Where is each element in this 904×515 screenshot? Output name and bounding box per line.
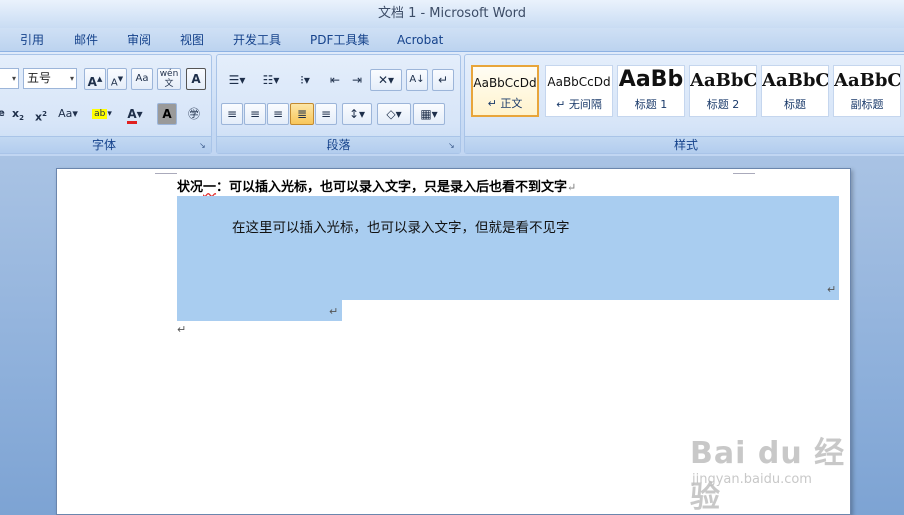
shaded-text[interactable]: 在这里可以插入光标，也可以录入文字，但就是看不见字 xyxy=(232,216,570,236)
style-name: 标题 xyxy=(784,98,806,111)
ribbon-tabs: 引用 邮件 审阅 视图 开发工具 PDF工具集 Acrobat xyxy=(0,28,904,52)
shaded-textbox[interactable] xyxy=(177,196,839,300)
clear-format-icon[interactable]: Aa xyxy=(131,68,153,90)
watermark-url: jingyan.baidu.com xyxy=(692,472,812,487)
heading-text: ：可以插入光标，也可以录入文字，只是录入后也看不到文字 xyxy=(216,180,568,195)
style-preview: AaBbC xyxy=(762,70,828,91)
bullets-icon[interactable]: ☰▾ xyxy=(221,69,253,91)
style-name: 标题 2 xyxy=(706,98,740,111)
style-preview: AaBb xyxy=(618,67,684,92)
document-heading[interactable]: 状况一：可以插入光标，也可以录入文字，只是录入后也看不到文字↵ xyxy=(177,176,576,195)
paragraph-mark: ↵ xyxy=(329,305,339,318)
style-name: 标题 1 xyxy=(634,98,668,111)
style-name: 副标题 xyxy=(850,98,884,111)
increase-indent-icon[interactable]: ⇥ xyxy=(347,69,367,91)
chinese-layout-icon[interactable]: ✕▾ xyxy=(370,69,402,91)
phonetic-guide-icon[interactable]: wén 文 xyxy=(157,68,181,90)
font-group-label: 字体 xyxy=(0,136,211,153)
style-subtitle[interactable]: AaBbC 副标题 xyxy=(833,65,901,117)
style-preview: AaBbC xyxy=(690,70,756,91)
dialog-launcher-icon[interactable]: ↘ xyxy=(448,141,457,150)
numbering-icon[interactable]: ☷▾ xyxy=(255,69,287,91)
character-border-icon[interactable]: A xyxy=(186,68,206,90)
style-normal[interactable]: AaBbCcDd ↵ 正文 xyxy=(471,65,539,117)
shaded-textbox-tail xyxy=(177,300,342,321)
paragraph-group: ☰▾ ☷▾ ⁝▾ ⇤ ⇥ ✕▾ A↓ ↵ ≡ ≡ ≡ ≣ ≡ ↕▾ ◇▾ ▦▾ … xyxy=(216,54,461,154)
title-bar: 文档 1 - Microsoft Word xyxy=(0,0,904,28)
tab-mailings[interactable]: 邮件 xyxy=(74,32,98,48)
shading-icon[interactable]: ◇▾ xyxy=(377,103,411,125)
font-color-icon[interactable]: A▾ xyxy=(119,103,151,125)
distributed-icon[interactable]: ≡ xyxy=(315,103,337,125)
subscript-icon[interactable]: x2 xyxy=(8,103,28,125)
tab-references[interactable]: 引用 xyxy=(20,32,44,48)
tab-view[interactable]: 视图 xyxy=(180,32,204,48)
change-case-icon[interactable]: Aa▾ xyxy=(55,103,81,125)
superscript-icon[interactable]: x2 xyxy=(31,103,51,125)
tab-acrobat[interactable]: Acrobat xyxy=(397,32,443,48)
font-group: ▾ 五号 ▾ A▲ A▼ Aa wén 文 A e x2 x2 Aa▾ ab ▾ A… xyxy=(0,54,212,154)
ribbon: ▾ 五号 ▾ A▲ A▼ Aa wén 文 A e x2 x2 Aa▾ ab ▾ A… xyxy=(0,52,904,156)
multilevel-list-icon[interactable]: ⁝▾ xyxy=(289,69,321,91)
tab-review[interactable]: 审阅 xyxy=(127,32,151,48)
strikethrough-icon[interactable]: e xyxy=(0,103,5,125)
style-title[interactable]: AaBbC 标题 xyxy=(761,65,829,117)
character-shading-icon[interactable]: A xyxy=(157,103,177,125)
styles-group-label: 样式 xyxy=(465,136,904,153)
style-name: ↵ 无间隔 xyxy=(556,98,602,111)
dialog-launcher-icon[interactable]: ↘ xyxy=(199,141,208,150)
tab-pdf-tools[interactable]: PDF工具集 xyxy=(310,32,369,48)
tab-developer[interactable]: 开发工具 xyxy=(233,32,281,48)
style-no-spacing[interactable]: AaBbCcDd ↵ 无间隔 xyxy=(545,65,613,117)
line-spacing-icon[interactable]: ↕▾ xyxy=(342,103,372,125)
chevron-down-icon: ▾ xyxy=(69,74,74,83)
window-title: 文档 1 - Microsoft Word xyxy=(377,6,527,21)
style-name: ↵ 正文 xyxy=(487,97,523,110)
paragraph-group-label: 段落 xyxy=(217,136,460,153)
align-center-icon[interactable]: ≡ xyxy=(244,103,266,125)
heading-text: 状况 xyxy=(177,180,204,195)
heading-text: 一 xyxy=(203,180,217,195)
style-preview: AaBbCcDd xyxy=(547,75,611,89)
grow-font-button[interactable]: A▲ xyxy=(84,68,106,90)
borders-icon[interactable]: ▦▾ xyxy=(413,103,445,125)
font-name-select[interactable]: ▾ xyxy=(0,68,19,89)
style-preview: AaBbC xyxy=(834,70,900,91)
style-heading-2[interactable]: AaBbC 标题 2 xyxy=(689,65,757,117)
show-marks-icon[interactable]: ↵ xyxy=(432,69,454,91)
highlight-color-icon[interactable]: ab ▾ xyxy=(87,103,117,125)
chevron-down-icon: ▾ xyxy=(11,74,16,83)
baidu-watermark: Bai du 经验 jingyan.baidu.com xyxy=(690,420,860,515)
align-left-icon[interactable]: ≡ xyxy=(221,103,243,125)
decrease-indent-icon[interactable]: ⇤ xyxy=(325,69,345,91)
font-size-value: 五号 xyxy=(27,71,52,85)
align-right-icon[interactable]: ≡ xyxy=(267,103,289,125)
shrink-font-button[interactable]: A▼ xyxy=(107,68,127,90)
font-size-select[interactable]: 五号 ▾ xyxy=(23,68,77,89)
paragraph-mark: ↵ xyxy=(567,181,577,194)
paragraph-mark: ↵ xyxy=(827,283,837,296)
margin-marker xyxy=(155,168,177,174)
style-preview: AaBbCcDd xyxy=(473,76,537,90)
justify-icon[interactable]: ≣ xyxy=(290,103,314,125)
enclose-characters-icon[interactable]: ㊫ xyxy=(183,103,205,125)
style-heading-1[interactable]: AaBb 标题 1 xyxy=(617,65,685,117)
styles-group: AaBbCcDd ↵ 正文 AaBbCcDd ↵ 无间隔 AaBb 标题 1 A… xyxy=(464,54,904,154)
sort-icon[interactable]: A↓ xyxy=(406,69,428,91)
paragraph-mark: ↵ xyxy=(177,323,187,336)
margin-marker xyxy=(733,168,755,174)
